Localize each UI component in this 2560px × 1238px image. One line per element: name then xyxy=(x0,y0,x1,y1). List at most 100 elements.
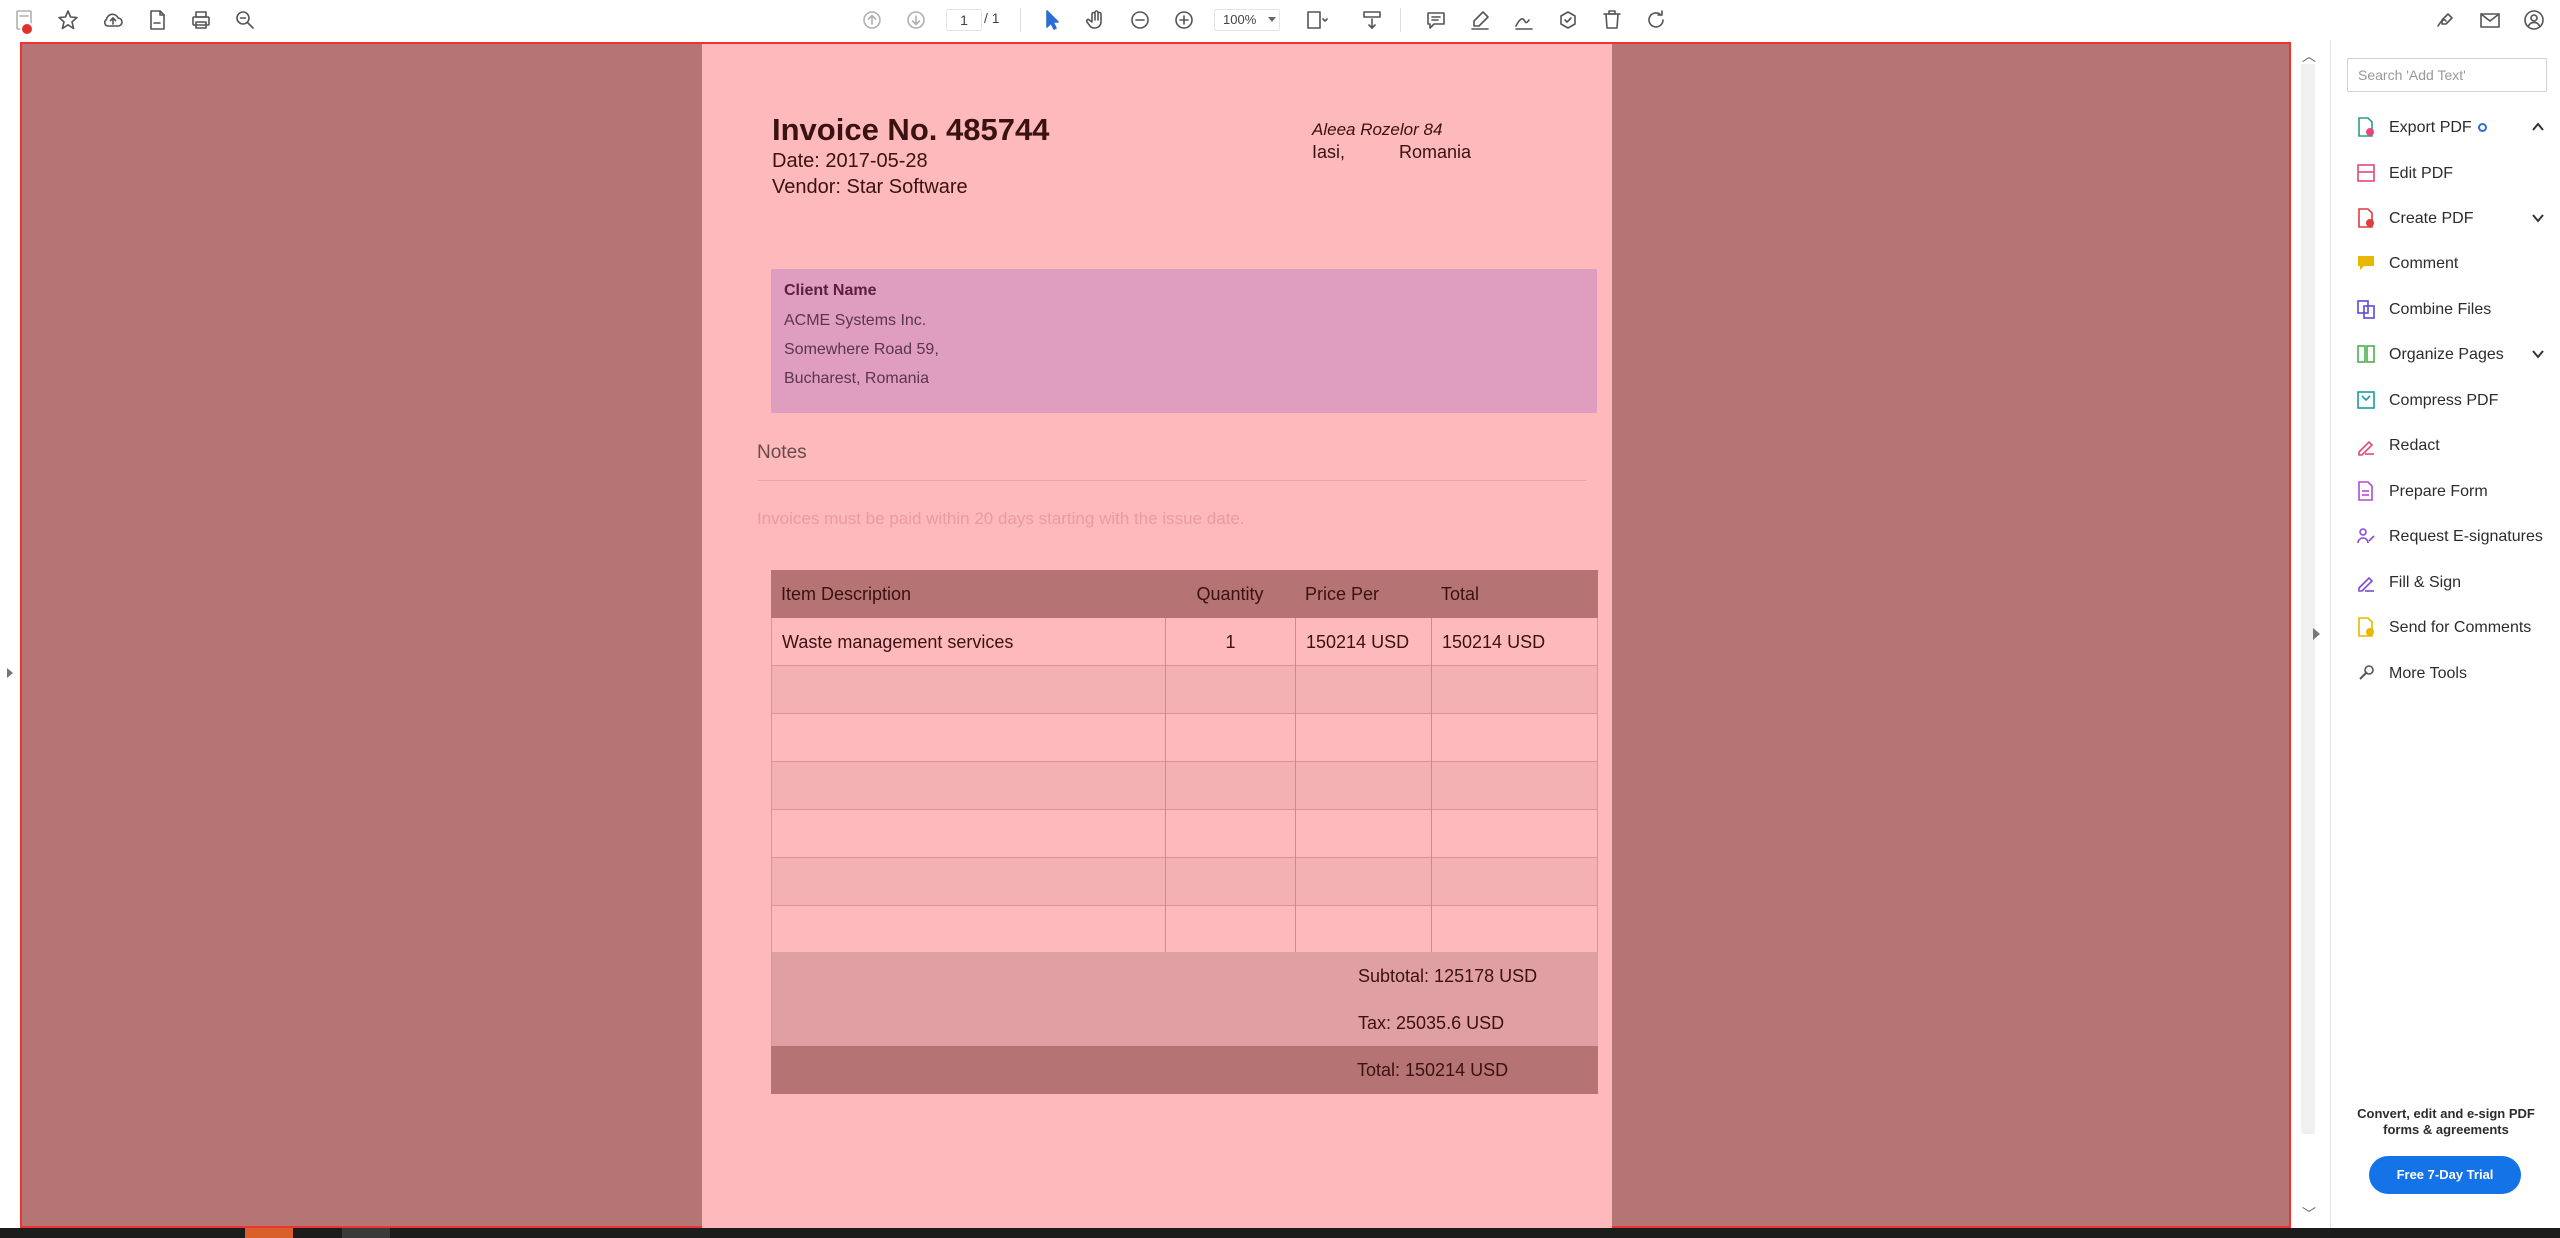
tool-comment[interactable]: Comment xyxy=(2331,244,2560,284)
notes-text: Invoices must be paid within 20 days sta… xyxy=(757,509,1245,528)
page-fit-icon[interactable] xyxy=(1302,6,1330,34)
delete-icon[interactable] xyxy=(1598,6,1626,34)
header-item-description: Item Description xyxy=(781,583,912,604)
tool-label: Comment xyxy=(2389,255,2459,272)
sign-icon[interactable] xyxy=(1510,6,1538,34)
table-row: Waste management services 1 150214 USD 1… xyxy=(771,618,1598,666)
top-toolbar: 1 / 1 100% xyxy=(0,0,2560,40)
header-quantity: Quantity xyxy=(1196,583,1264,604)
zoom-out-icon[interactable] xyxy=(1126,6,1154,34)
notes-divider xyxy=(757,480,1587,481)
tool-create-pdf[interactable]: Create PDF xyxy=(2331,199,2560,239)
invoice-vendor: Vendor: Star Software xyxy=(772,176,968,198)
tool-edit-pdf[interactable]: Edit PDF xyxy=(2331,154,2560,194)
tool-organize-pages[interactable]: Organize Pages xyxy=(2331,335,2560,375)
request-esignatures-icon xyxy=(2357,528,2375,544)
zoom-dropdown-caret-icon[interactable] xyxy=(1268,17,1276,22)
combine-files-icon xyxy=(2357,300,2375,319)
fill-sign-icon xyxy=(2358,576,2374,592)
document-view[interactable]: Invoice No. 485744 Date: 2017-05-28 Vend… xyxy=(20,42,2291,1230)
stamp-icon[interactable] xyxy=(1554,6,1582,34)
price-per-cell: 150214 USD xyxy=(1296,618,1432,666)
cloud-upload-icon[interactable] xyxy=(99,6,127,34)
rotate-icon[interactable] xyxy=(1642,6,1670,34)
comment-icon xyxy=(2358,256,2374,270)
expand-left-pane-icon[interactable] xyxy=(7,668,13,678)
edit-pdf-icon xyxy=(2357,164,2375,182)
redact-icon xyxy=(2358,440,2374,456)
tool-prepare-form[interactable]: Prepare Form xyxy=(2331,472,2560,512)
collapse-right-pane-icon[interactable] xyxy=(2313,628,2320,640)
tool-label: Edit PDF xyxy=(2389,165,2454,182)
total-cell: 150214 USD xyxy=(1442,631,1546,652)
taskbar-item[interactable] xyxy=(245,1228,293,1238)
star-icon[interactable] xyxy=(54,6,82,34)
table-row xyxy=(771,762,1598,810)
select-cursor-icon[interactable] xyxy=(1038,6,1066,34)
scroll-down-icon[interactable]: ﹀ xyxy=(2302,1204,2316,1224)
table-row xyxy=(771,906,1598,954)
acrobat-window: 1 / 1 100% Invoice No. 485744 Date: 2017… xyxy=(0,0,2560,1238)
scroll-up-icon[interactable]: ︿ xyxy=(2302,46,2316,66)
invoice-page: Invoice No. 485744 Date: 2017-05-28 Vend… xyxy=(702,44,1612,1230)
highlight-pen-icon[interactable] xyxy=(1466,6,1494,34)
left-nav-strip xyxy=(0,40,18,1228)
tool-label: Request E-signatures xyxy=(2389,528,2543,545)
compress-pdf-icon xyxy=(2357,391,2375,409)
tool-label: Send for Comments xyxy=(2389,619,2532,636)
tool-label: Combine Files xyxy=(2389,301,2492,318)
tool-label: Prepare Form xyxy=(2389,483,2488,500)
chevron-down-icon[interactable] xyxy=(2531,211,2545,225)
hand-tool-icon[interactable] xyxy=(1082,6,1110,34)
client-name-heading: Client Name xyxy=(784,282,877,299)
tool-label: More Tools xyxy=(2389,665,2467,682)
tool-label: Fill & Sign xyxy=(2389,574,2462,591)
tool-more-tools[interactable]: More Tools xyxy=(2331,654,2560,694)
table-row xyxy=(771,858,1598,906)
chevron-down-icon[interactable] xyxy=(2531,347,2545,361)
print-icon[interactable] xyxy=(187,6,215,34)
account-icon[interactable] xyxy=(2520,6,2548,34)
page-total-label: / 1 xyxy=(984,10,1000,26)
totals-box: Subtotal: 125178 USD Tax: 25035.6 USD xyxy=(771,952,1598,1046)
new-indicator-icon xyxy=(2478,123,2487,132)
tool-label: Export PDF xyxy=(2389,119,2472,136)
table-row xyxy=(771,810,1598,858)
taskbar-item[interactable] xyxy=(342,1228,390,1238)
chevron-up-icon[interactable] xyxy=(2531,120,2545,134)
tool-compress-pdf[interactable]: Compress PDF xyxy=(2331,381,2560,421)
zoom-search-icon[interactable] xyxy=(231,6,259,34)
zoom-in-icon[interactable] xyxy=(1170,6,1198,34)
tool-redact[interactable]: Redact xyxy=(2331,426,2560,466)
tool-request-esignatures[interactable]: Request E-signatures xyxy=(2331,517,2560,557)
client-info-box: Client Name ACME Systems Inc. Somewhere … xyxy=(771,269,1597,413)
email-icon[interactable] xyxy=(2476,6,2504,34)
comment-icon[interactable] xyxy=(1422,6,1450,34)
tool-fill-sign[interactable]: Fill & Sign xyxy=(2331,563,2560,603)
client-line: ACME Systems Inc. xyxy=(784,312,927,329)
client-line: Bucharest, Romania xyxy=(784,370,929,387)
subtotal-text: Subtotal: 125178 USD xyxy=(1358,966,1538,986)
export-pdf-icon xyxy=(2358,117,2374,137)
tool-label: Create PDF xyxy=(2389,210,2474,227)
item-description-cell: Waste management services xyxy=(772,618,1166,666)
grand-total-row: Total: 150214 USD xyxy=(771,1046,1598,1094)
tools-search-input[interactable]: Search 'Add Text' xyxy=(2347,58,2547,92)
tool-send-for-comments[interactable]: Send for Comments xyxy=(2331,608,2560,648)
tools-panel: Search 'Add Text' Export PDF Edit PDF Cr… xyxy=(2330,40,2560,1228)
free-trial-button[interactable]: Free 7-Day Trial xyxy=(2369,1156,2521,1194)
next-page-icon[interactable] xyxy=(902,6,930,34)
share-sign-icon[interactable] xyxy=(2432,6,2460,34)
scrollbar-thumb[interactable] xyxy=(2301,64,2315,1134)
promo-text: Convert, edit and e-sign PDF forms & agr… xyxy=(2331,1106,2560,1138)
vendor-address-country: Romania xyxy=(1399,142,1472,162)
tool-combine-files[interactable]: Combine Files xyxy=(2331,290,2560,330)
invoice-title: Invoice No. 485744 xyxy=(772,112,1050,147)
tool-export-pdf[interactable]: Export PDF xyxy=(2331,108,2560,148)
previous-page-icon[interactable] xyxy=(858,6,886,34)
document-icon[interactable] xyxy=(143,6,171,34)
organize-pages-icon xyxy=(2357,345,2375,363)
notes-heading: Notes xyxy=(757,442,807,463)
page-number-input[interactable]: 1 xyxy=(946,9,982,31)
scroll-mode-icon[interactable] xyxy=(1358,6,1386,34)
